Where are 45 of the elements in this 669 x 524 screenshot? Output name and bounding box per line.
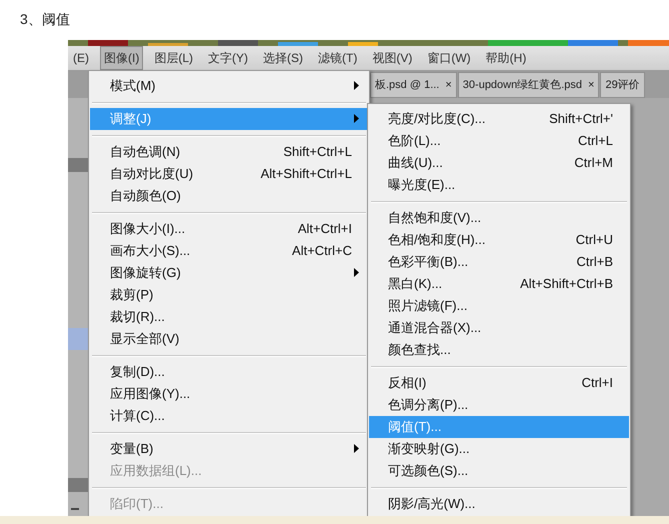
document-tab[interactable]: 29评价 <box>600 72 645 98</box>
menu-item[interactable]: 复制(D)... <box>90 361 368 383</box>
menu-item[interactable]: 图像旋转(G) <box>90 262 368 284</box>
document-tab[interactable]: 板.psd @ 1... × <box>370 72 457 98</box>
menu-bar-item[interactable]: 文字(Y) <box>204 46 252 70</box>
menu-item[interactable]: 色彩平衡(B)... Ctrl+B <box>369 251 629 273</box>
document-tab[interactable]: 30-updown绿红黄色.psd × <box>458 72 600 98</box>
menu-item[interactable]: 自然饱和度(V)... <box>369 207 629 229</box>
menu-bar-item[interactable]: 滤镜(T) <box>314 46 362 70</box>
menu-item[interactable]: 模式(M) <box>90 75 368 97</box>
menu-item[interactable]: 黑白(K)... Alt+Shift+Ctrl+B <box>369 273 629 295</box>
menu-item[interactable]: 可选颜色(S)... <box>369 460 629 482</box>
menu-item[interactable]: 阴影/高光(W)... <box>369 493 629 515</box>
menu-item[interactable]: 自动对比度(U) Alt+Shift+Ctrl+L <box>90 163 368 185</box>
menu-bar-item[interactable]: (E) <box>69 46 93 70</box>
menu-item[interactable]: 裁剪(P) <box>90 284 368 306</box>
menu-item[interactable]: 渐变映射(G)... <box>369 438 629 460</box>
menu-bar-item[interactable]: 帮助(H) <box>482 46 530 70</box>
menu-item[interactable]: 裁切(R)... <box>90 306 368 328</box>
menu-item[interactable]: 曝光度(E)... <box>369 174 629 196</box>
menu-item[interactable]: 自动颜色(O) <box>90 185 368 207</box>
menu-item[interactable]: 亮度/对比度(C)... Shift+Ctrl+' <box>369 108 629 130</box>
tab-close-button[interactable]: × <box>588 76 594 94</box>
menu-item[interactable]: 色调分离(P)... <box>369 394 629 416</box>
menu-item[interactable]: 照片滤镜(F)... <box>369 295 629 317</box>
menu-item[interactable]: 色相/饱和度(H)... Ctrl+U <box>369 229 629 251</box>
menu-item[interactable]: 显示全部(V) <box>90 328 368 350</box>
menu-item[interactable]: 画布大小(S)... Alt+Ctrl+C <box>90 240 368 262</box>
menu-item[interactable]: 应用图像(Y)... <box>90 383 368 405</box>
section-heading: 3、阈值 <box>20 11 70 27</box>
menu-bar-item[interactable]: 图层(L) <box>150 46 197 70</box>
menu-bar-item[interactable]: 选择(S) <box>259 46 307 70</box>
menu-item[interactable]: 曲线(U)... Ctrl+M <box>369 152 629 174</box>
menu-item[interactable]: 通道混合器(X)... <box>369 317 629 339</box>
menu-item[interactable]: 颜色查找... <box>369 339 629 361</box>
menu-bar-item[interactable]: 图像(I) <box>100 46 144 70</box>
menu-item[interactable]: 自动色调(N) Shift+Ctrl+L <box>90 141 368 163</box>
menu-item[interactable]: 反相(I) Ctrl+I <box>369 372 629 394</box>
menu-bar-item[interactable]: 视图(V) <box>368 46 416 70</box>
menu-item[interactable]: 色阶(L)... Ctrl+L <box>369 130 629 152</box>
menu-item[interactable]: 计算(C)... <box>90 405 368 427</box>
menu-bar-item[interactable]: 窗口(W) <box>423 46 475 70</box>
menu-item[interactable]: 变量(B) <box>90 438 368 460</box>
menu-item[interactable]: 图像大小(I)... Alt+Ctrl+I <box>90 218 368 240</box>
tab-close-button[interactable]: × <box>445 76 452 94</box>
